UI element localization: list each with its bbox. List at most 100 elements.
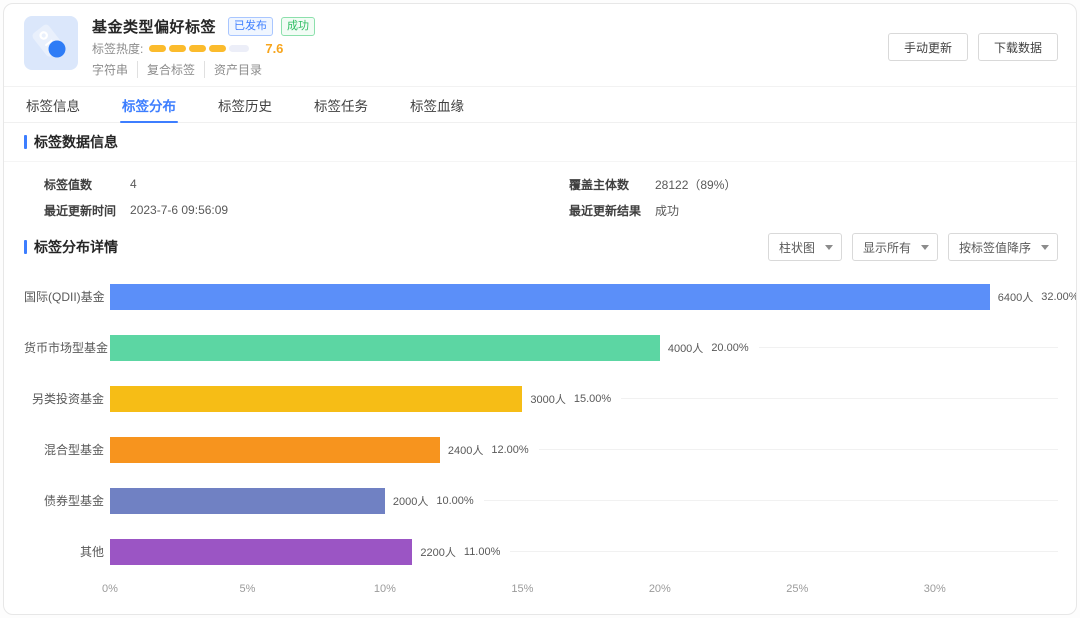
- leader-line: [484, 500, 1058, 501]
- download-data-button[interactable]: 下载数据: [978, 33, 1058, 61]
- section-title-text: 标签分布详情: [34, 237, 118, 257]
- tab-tag-info[interactable]: 标签信息: [24, 87, 82, 122]
- field-label: 覆盖主体数: [569, 176, 641, 193]
- tab-tag-tasks[interactable]: 标签任务: [312, 87, 370, 122]
- bar-track: 4000人 20.00%: [110, 335, 1058, 361]
- bar-track: 3000人 15.00%: [110, 386, 1058, 412]
- chart-controls: 柱状图 显示所有 按标签值降序: [768, 233, 1058, 261]
- section-accent-bar: [24, 240, 27, 254]
- axis-tick: 25%: [786, 583, 808, 595]
- heat-label: 标签热度:: [92, 40, 143, 57]
- field-value: 4: [130, 177, 137, 191]
- select-value: 按标签值降序: [959, 239, 1031, 256]
- tag-detail-card: 基金类型偏好标签 已发布 成功 标签热度: 7.6 字符串 复合标签 资产目录: [3, 3, 1077, 615]
- bar[interactable]: [110, 539, 412, 565]
- field-last-update-result: 最近更新结果 成功: [549, 202, 679, 219]
- bar[interactable]: [110, 488, 385, 514]
- bar-track: 6400人 32.00%: [110, 284, 1058, 310]
- distribution-section-header: 标签分布详情 柱状图 显示所有 按标签值降序: [4, 225, 1076, 269]
- tab-bar: 标签信息 标签分布 标签历史 标签任务 标签血缘: [4, 87, 1076, 123]
- tab-tag-history[interactable]: 标签历史: [216, 87, 274, 122]
- tag-icon: [24, 16, 78, 70]
- bar-row: 另类投资基金 3000人 15.00%: [24, 373, 1058, 424]
- tab-tag-lineage[interactable]: 标签血缘: [408, 87, 466, 122]
- distribution-bar-chart: 国际(QDII)基金 6400人 32.00% 货币市场型基金 4000人 20…: [4, 269, 1076, 601]
- header-main: 基金类型偏好标签 已发布 成功 标签热度: 7.6 字符串 复合标签 资产目录: [92, 16, 888, 78]
- chevron-down-icon: [1041, 245, 1049, 250]
- heat-segment-empty: [229, 45, 249, 52]
- bar-row: 货币市场型基金 4000人 20.00%: [24, 322, 1058, 373]
- meta-asset-catalog: 资产目录: [204, 61, 262, 78]
- axis-tick: 10%: [374, 583, 396, 595]
- bar[interactable]: [110, 284, 990, 310]
- bar-track: 2000人 10.00%: [110, 488, 1058, 514]
- bar-value-percent: 20.00%: [711, 342, 748, 354]
- heat-segment: [189, 45, 206, 52]
- bar[interactable]: [110, 437, 440, 463]
- bar-value-people: 4000人: [668, 340, 703, 356]
- axis-tick: 15%: [511, 583, 533, 595]
- tag-meta: 字符串 复合标签 资产目录: [92, 61, 888, 78]
- axis-tick: 5%: [240, 583, 256, 595]
- field-value: 28122（89%）: [655, 176, 736, 193]
- field-label: 标签值数: [44, 176, 116, 193]
- section-accent-bar: [24, 135, 27, 149]
- meta-tag-kind: 复合标签: [137, 61, 195, 78]
- bar-value-percent: 12.00%: [491, 444, 528, 456]
- bar[interactable]: [110, 386, 522, 412]
- bar-value-people: 2400人: [448, 442, 483, 458]
- field-value: 成功: [655, 202, 679, 219]
- bar-value-people: 3000人: [530, 391, 565, 407]
- success-status-badge: 成功: [281, 17, 315, 36]
- bar[interactable]: [110, 335, 660, 361]
- meta-data-type: 字符串: [92, 61, 128, 78]
- section-title-text: 标签数据信息: [34, 132, 118, 152]
- category-label: 其他: [24, 543, 104, 560]
- chevron-down-icon: [921, 245, 929, 250]
- tab-tag-distribution[interactable]: 标签分布: [120, 87, 178, 122]
- bar-row: 混合型基金 2400人 12.00%: [24, 424, 1058, 475]
- heat-value: 7.6: [265, 41, 283, 56]
- axis-tick: 30%: [924, 583, 946, 595]
- field-covered-entity-count: 覆盖主体数 28122（89%）: [549, 176, 736, 193]
- published-status-badge: 已发布: [228, 17, 273, 36]
- manual-update-button[interactable]: 手动更新: [888, 33, 968, 61]
- heat-segment: [209, 45, 226, 52]
- leader-line: [510, 551, 1058, 552]
- select-value: 柱状图: [779, 239, 815, 256]
- category-label: 债券型基金: [24, 492, 104, 509]
- x-axis: 0% 5% 10% 15% 20% 25% 30%: [24, 577, 1058, 601]
- axis-tick: 0%: [102, 583, 118, 595]
- bar-value-people: 6400人: [998, 289, 1033, 305]
- bar-row: 债券型基金 2000人 10.00%: [24, 475, 1058, 526]
- data-info-fields: 标签值数 4 覆盖主体数 28122（89%） 最近更新时间 2023-7-6 …: [4, 162, 1076, 225]
- leader-line: [759, 347, 1058, 348]
- field-last-update-time: 最近更新时间 2023-7-6 09:56:09: [24, 202, 549, 219]
- heat-meter: [149, 45, 249, 52]
- header-actions: 手动更新 下载数据: [888, 33, 1058, 61]
- field-label: 最近更新时间: [44, 202, 116, 219]
- axis-spacer: [24, 577, 110, 601]
- section-title-data-info: 标签数据信息: [24, 132, 1056, 152]
- field-tag-value-count: 标签值数 4: [24, 176, 549, 193]
- bar-row: 国际(QDII)基金 6400人 32.00%: [24, 271, 1058, 322]
- category-label: 货币市场型基金: [24, 339, 104, 356]
- leader-line: [621, 398, 1058, 399]
- tag-data-info-section: 标签数据信息 标签值数 4 覆盖主体数 28122（89%） 最近更新时间 20…: [4, 123, 1076, 225]
- field-value: 2023-7-6 09:56:09: [130, 203, 228, 217]
- sort-order-select[interactable]: 按标签值降序: [948, 233, 1058, 261]
- chart-type-select[interactable]: 柱状图: [768, 233, 842, 261]
- bar-row: 其他 2200人 11.00%: [24, 526, 1058, 577]
- leader-line: [539, 449, 1058, 450]
- field-label: 最近更新结果: [569, 202, 641, 219]
- header: 基金类型偏好标签 已发布 成功 标签热度: 7.6 字符串 复合标签 资产目录: [4, 4, 1076, 87]
- category-label: 另类投资基金: [24, 390, 104, 407]
- display-filter-select[interactable]: 显示所有: [852, 233, 938, 261]
- bar-value-percent: 11.00%: [464, 546, 501, 558]
- bar-value-percent: 32.00%: [1041, 291, 1077, 303]
- bar-value-people: 2000人: [393, 493, 428, 509]
- chevron-down-icon: [825, 245, 833, 250]
- page-title: 基金类型偏好标签: [92, 16, 216, 37]
- bar-value-percent: 15.00%: [574, 393, 611, 405]
- category-label: 混合型基金: [24, 441, 104, 458]
